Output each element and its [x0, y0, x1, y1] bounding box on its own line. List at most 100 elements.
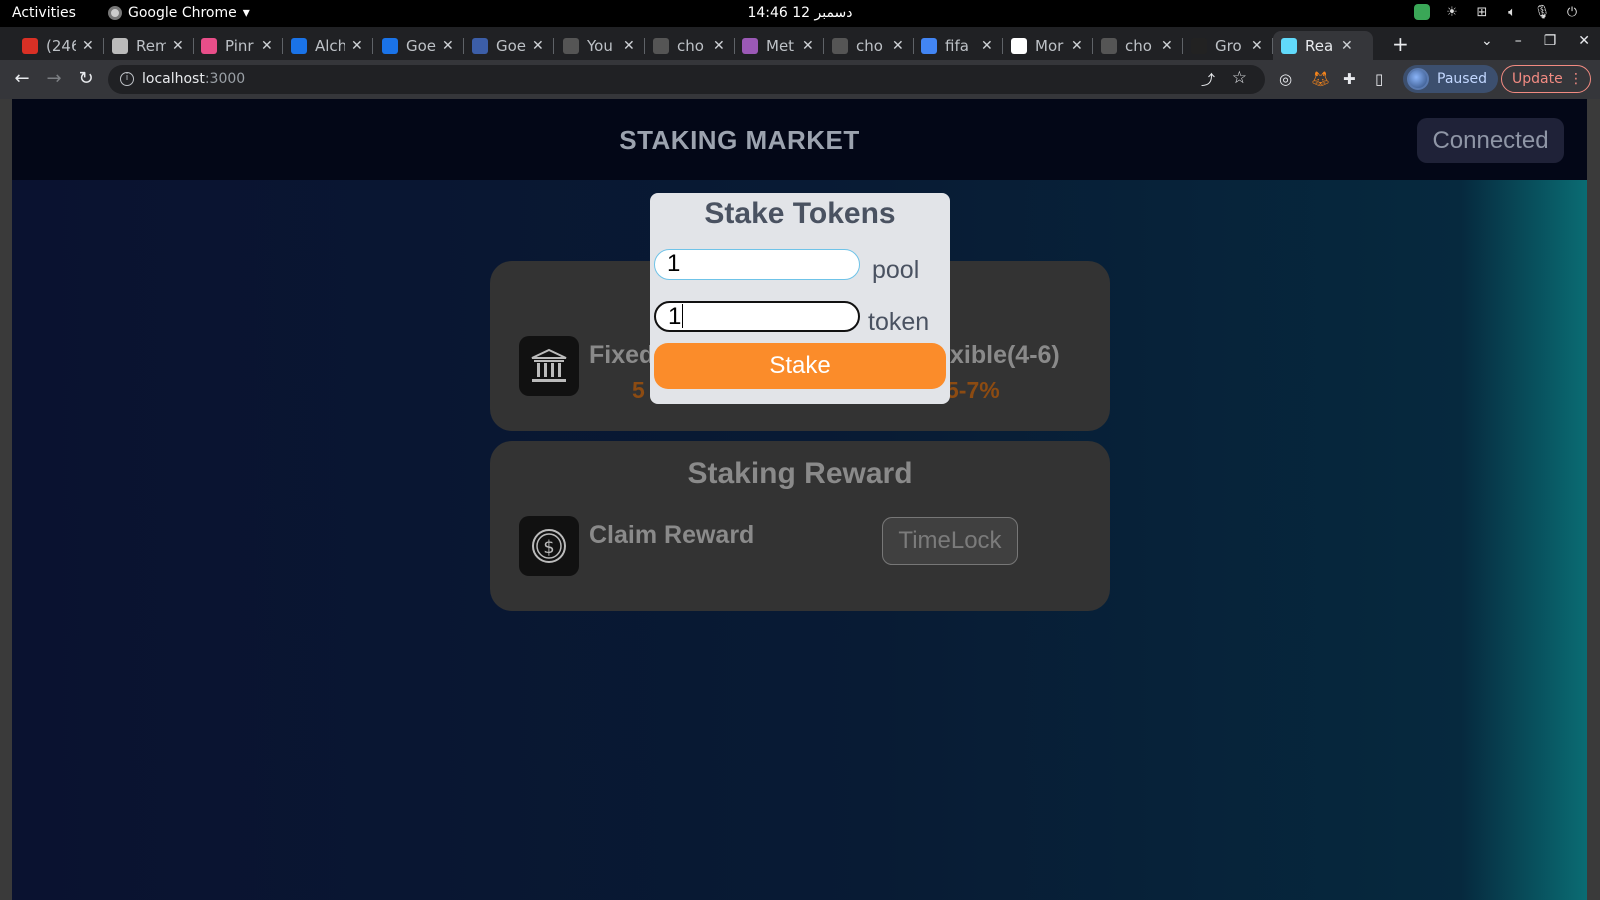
app-menu[interactable]: Google Chrome ▾	[108, 5, 250, 21]
page-viewport: STAKING MARKET Connected Fixed 5 xible(4…	[12, 99, 1587, 900]
tab-title: cho	[856, 36, 883, 55]
tab-title: You	[587, 36, 613, 55]
clock[interactable]: 14:46 12 دسمبر	[720, 5, 880, 21]
flexible-option-label[interactable]: xible(4-6)	[950, 341, 1060, 370]
tab-title: (246	[46, 36, 76, 55]
tab-favicon-icon	[1191, 37, 1207, 54]
tab-favicon-icon	[921, 37, 937, 54]
extension-icon[interactable]: ◎	[1279, 70, 1292, 88]
url-text[interactable]: localhost:3000	[142, 71, 245, 87]
site-info-icon[interactable]: i	[120, 72, 134, 86]
tab-close-icon[interactable]: ✕	[1251, 38, 1263, 54]
tab-close-icon[interactable]: ✕	[623, 38, 635, 54]
new-tab-button[interactable]: +	[1392, 32, 1409, 56]
browser-tab[interactable]: cho ✕	[645, 31, 735, 60]
tab-favicon-icon	[291, 37, 307, 54]
browser-tab[interactable]: Mor ✕	[1003, 31, 1093, 60]
tab-close-icon[interactable]: ✕	[532, 38, 544, 54]
tab-close-icon[interactable]: ✕	[1161, 38, 1173, 54]
app-name: Google Chrome	[128, 5, 237, 21]
modal-title: Stake Tokens	[704, 197, 896, 230]
stake-button[interactable]: Stake	[654, 343, 946, 389]
bookmark-star-icon[interactable]: ☆	[1232, 68, 1247, 88]
flexible-option-rate: 5-7%	[946, 377, 1000, 403]
tab-close-icon[interactable]: ✕	[802, 38, 814, 54]
update-button[interactable]: Update ⋮	[1501, 65, 1591, 93]
right-scrollbar[interactable]	[1587, 99, 1600, 900]
browser-tab[interactable]: Rem ✕	[104, 31, 194, 60]
tab-close-icon[interactable]: ✕	[261, 38, 273, 54]
stake-tokens-modal: Stake Tokens 1 pool 1 token Stake	[650, 193, 950, 404]
tab-favicon-icon	[112, 37, 128, 54]
close-window-icon[interactable]: ✕	[1578, 33, 1590, 49]
dollar-coin-icon: $	[519, 516, 579, 576]
tab-favicon-icon	[653, 37, 669, 54]
tab-close-icon[interactable]: ✕	[1341, 38, 1353, 54]
browser-tab[interactable]: Pinr ✕	[193, 31, 283, 60]
browser-tab[interactable]: (246 ✕	[14, 31, 104, 60]
text-caret	[682, 304, 684, 328]
browser-tab[interactable]: cho ✕	[1093, 31, 1183, 60]
tab-close-icon[interactable]: ✕	[892, 38, 904, 54]
power-icon[interactable]: ⏻	[1564, 4, 1580, 20]
tab-close-icon[interactable]: ✕	[981, 38, 993, 54]
token-amount-input[interactable]: 1	[654, 301, 860, 332]
browser-tab[interactable]: You ✕	[555, 31, 645, 60]
profile-button[interactable]: Paused	[1403, 65, 1498, 93]
system-tray[interactable]: ☀ ⊞ 🔈︎ 🎙︎ ⏻	[1414, 4, 1580, 20]
tab-close-icon[interactable]: ✕	[351, 38, 363, 54]
browser-tab[interactable]: Alch ✕	[283, 31, 373, 60]
browser-tab[interactable]: Met ✕	[734, 31, 824, 60]
staking-reward-card: Staking Reward $ Claim Reward TimeLock	[490, 441, 1110, 611]
caret-down-icon: ▾	[242, 5, 250, 21]
tab-separator	[553, 38, 554, 54]
wallet-connect-button[interactable]: Connected	[1417, 118, 1564, 163]
tab-title: Goe	[406, 36, 436, 55]
extensions-puzzle-icon[interactable]: ✚	[1343, 70, 1356, 88]
tab-close-icon[interactable]: ✕	[442, 38, 454, 54]
tab-favicon-icon	[472, 37, 488, 54]
reward-card-title: Staking Reward	[687, 457, 913, 490]
profile-status: Paused	[1437, 71, 1488, 87]
tab-separator	[372, 38, 373, 54]
tab-favicon-icon	[1011, 37, 1027, 54]
browser-tab[interactable]: fifa ✕	[913, 31, 1003, 60]
browser-tab[interactable]: Goe ✕	[374, 31, 464, 60]
browser-tab[interactable]: Rea ✕	[1273, 31, 1373, 60]
fixed-option-label[interactable]: Fixed	[589, 341, 654, 370]
update-notifier-icon[interactable]	[1414, 4, 1430, 20]
fixed-option-rate: 5	[632, 377, 645, 403]
avatar	[1407, 68, 1429, 90]
address-bar[interactable]: i localhost:3000 ⤴ ☆	[108, 65, 1265, 94]
restore-icon[interactable]: ❐	[1544, 33, 1557, 49]
tab-title: cho	[677, 36, 704, 55]
tab-title: Met	[766, 36, 795, 55]
browser-toolbar: ← → ↻ i localhost:3000 ⤴ ☆ ◎ 🦊︎ ✚ ▯ Paus…	[0, 60, 1600, 99]
volume-icon: 🔈︎	[1508, 4, 1516, 20]
forward-icon[interactable]: →	[43, 68, 65, 90]
back-icon[interactable]: ←	[11, 68, 33, 90]
timelock-button[interactable]: TimeLock	[882, 517, 1018, 565]
tab-search-icon[interactable]: ⌄	[1481, 33, 1493, 49]
browser-tab[interactable]: Goe ✕	[464, 31, 554, 60]
pool-input[interactable]: 1	[654, 249, 860, 280]
tab-close-icon[interactable]: ✕	[713, 38, 725, 54]
claim-reward-label[interactable]: Claim Reward	[589, 521, 754, 550]
tab-title: Rem	[136, 36, 166, 55]
browser-tab[interactable]: cho ✕	[824, 31, 914, 60]
tab-close-icon[interactable]: ✕	[172, 38, 184, 54]
share-icon[interactable]: ⤴	[1201, 70, 1215, 90]
kebab-menu-icon[interactable]: ⋮	[1569, 66, 1583, 92]
metamask-icon[interactable]: 🦊︎	[1311, 70, 1330, 88]
tab-favicon-icon	[382, 37, 398, 54]
browser-tab[interactable]: Gro ✕	[1183, 31, 1273, 60]
tab-close-icon[interactable]: ✕	[1071, 38, 1083, 54]
activities-button[interactable]: Activities	[12, 5, 76, 21]
reload-icon[interactable]: ↻	[75, 68, 97, 90]
tab-favicon-icon	[1101, 37, 1117, 54]
side-panel-icon[interactable]: ▯	[1375, 70, 1383, 88]
page-title: STAKING MARKET	[619, 125, 860, 155]
tab-close-icon[interactable]: ✕	[82, 38, 94, 54]
minimize-icon[interactable]: –	[1515, 33, 1522, 49]
tab-title: Goe	[496, 36, 526, 55]
